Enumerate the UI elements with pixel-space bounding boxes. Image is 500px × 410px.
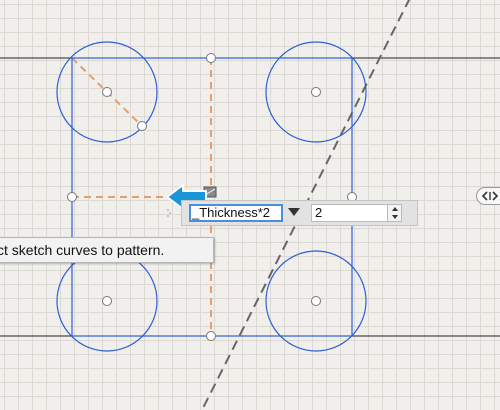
cursor-dot (169, 212, 171, 214)
sketch-point (102, 87, 112, 97)
sketch-point (206, 331, 216, 341)
expression-dropdown-arrow[interactable] (288, 208, 300, 216)
sketch-point (311, 87, 321, 97)
sketch-point (102, 296, 112, 306)
sketch-point (206, 53, 216, 63)
sketch-point (67, 192, 77, 202)
quantity-spinner[interactable] (388, 204, 402, 222)
sketch-point (137, 121, 147, 131)
quantity-input[interactable]: 2 (311, 204, 388, 222)
sketch-point (311, 296, 321, 306)
cursor-dot (167, 215, 169, 217)
spin-up-icon[interactable] (392, 207, 398, 211)
sketch-canvas[interactable]: _Thickness*2 2 ct sketch curves to patte… (0, 0, 500, 410)
cursor-dot (167, 209, 169, 211)
pattern-input-bar: _Thickness*2 2 (181, 200, 418, 226)
double-chevron-icon[interactable] (476, 187, 500, 205)
tooltip: ct sketch curves to pattern. (0, 237, 214, 263)
spin-down-icon[interactable] (392, 215, 398, 219)
distance-expression-input[interactable]: _Thickness*2 (189, 204, 283, 222)
